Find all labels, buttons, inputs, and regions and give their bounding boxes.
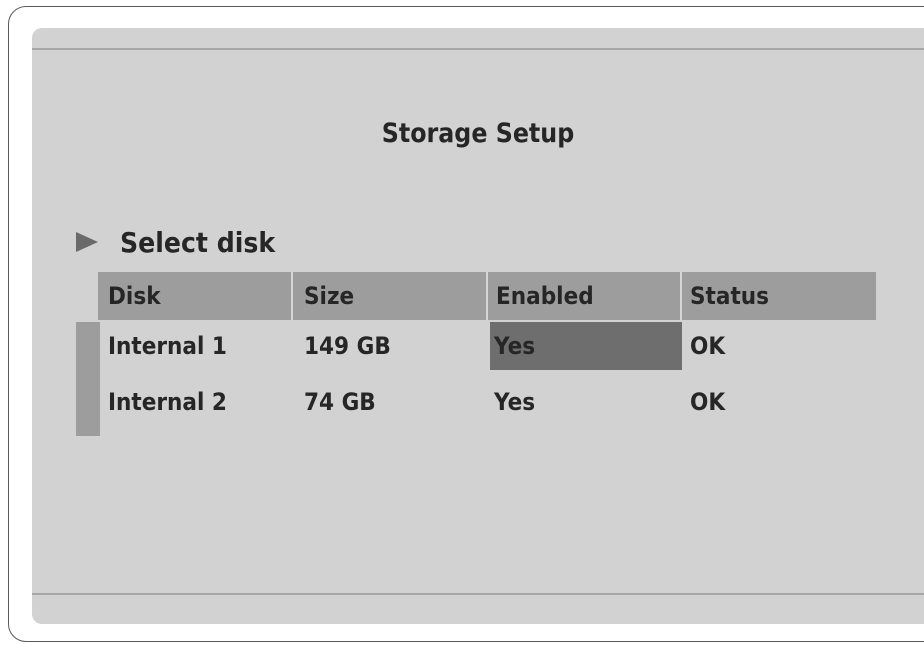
column-header-size: Size: [304, 282, 355, 310]
disk-status-cell: OK: [690, 388, 726, 416]
disk-enabled-cell[interactable]: Yes: [494, 322, 535, 370]
column-header-enabled: Enabled: [496, 282, 594, 310]
column-header-status: Status: [690, 282, 770, 310]
header-separator: [680, 272, 682, 320]
play-arrow-icon: [76, 232, 98, 252]
table-row[interactable]: Internal 1 149 GB Yes OK: [98, 322, 876, 370]
table-row[interactable]: Internal 2 74 GB Yes OK: [98, 378, 876, 426]
header-separator: [486, 272, 488, 320]
disk-name-cell: Internal 2: [108, 388, 227, 416]
disk-name-cell: Internal 1: [108, 332, 227, 360]
disk-status-cell: OK: [690, 332, 726, 360]
section-label: Select disk: [120, 225, 276, 259]
scrollbar[interactable]: [76, 322, 100, 436]
select-disk-section: Select disk: [76, 224, 292, 260]
disk-size-cell: 74 GB: [304, 388, 376, 416]
storage-setup-screen: Storage Setup Select disk Disk Size Enab…: [32, 28, 924, 624]
column-header-disk: Disk: [108, 282, 161, 310]
top-divider: [32, 48, 924, 50]
disk-enabled-cell[interactable]: Yes: [494, 378, 535, 426]
disk-size-cell: 149 GB: [304, 332, 391, 360]
page-title: Storage Setup: [381, 118, 575, 149]
table-header: Disk Size Enabled Status: [98, 272, 876, 320]
header-separator: [291, 272, 293, 320]
bottom-divider: [32, 593, 924, 595]
